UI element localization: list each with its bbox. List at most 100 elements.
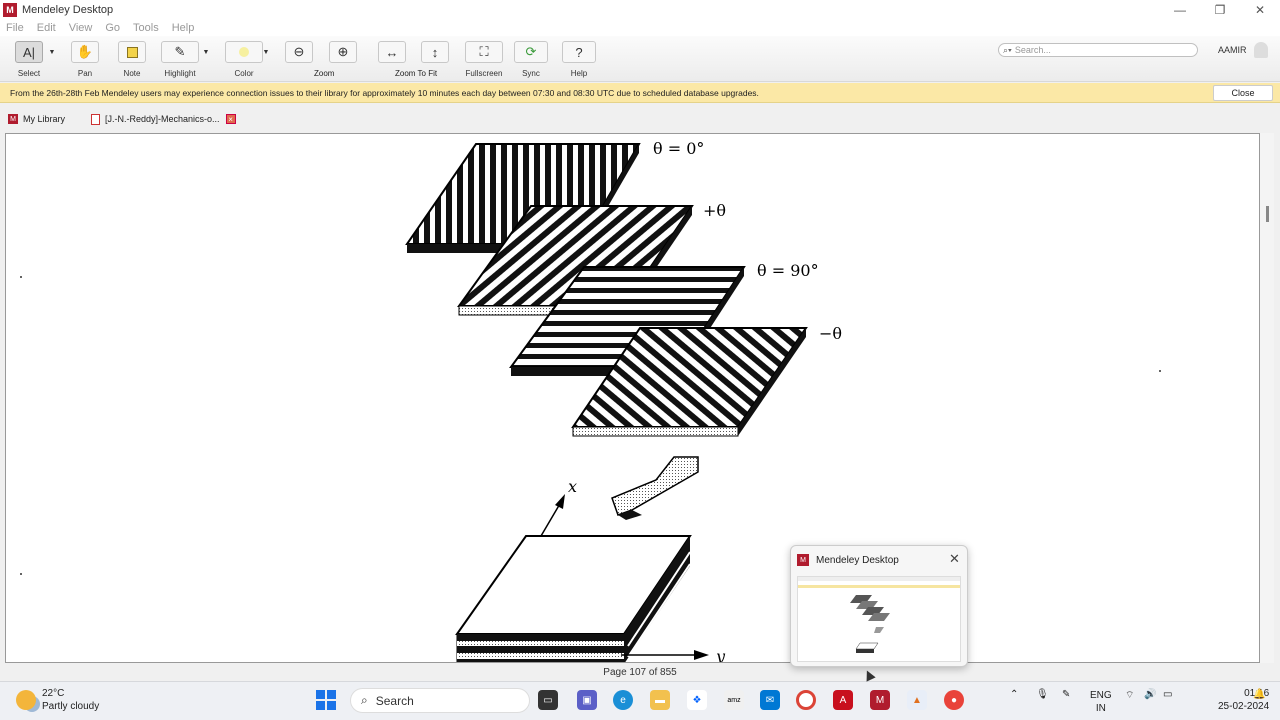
document-tabs: M My Library [J.-N.-Reddy]-Mechanics-o..… xyxy=(0,109,1280,129)
clock-date: 25-02-2024 xyxy=(1218,701,1270,712)
recorder-icon[interactable]: ● xyxy=(944,690,964,710)
menu-view[interactable]: View xyxy=(69,22,93,34)
user-name[interactable]: AAMIR xyxy=(1218,45,1247,55)
zoom-label: Zoom xyxy=(314,69,335,78)
battery-icon[interactable]: ▭ xyxy=(1163,689,1172,700)
color-dropdown-icon[interactable]: ▼ xyxy=(261,42,271,62)
assembly-arrow xyxy=(611,456,699,520)
maximize-button[interactable]: ❐ xyxy=(1200,0,1240,20)
text-select-icon: A| xyxy=(15,41,43,63)
dropbox-icon[interactable]: ❖ xyxy=(687,690,707,710)
banner-close-button[interactable]: Close xyxy=(1213,85,1273,101)
language-indicator[interactable]: ENG IN xyxy=(1090,689,1112,715)
weather-temp: 22°C xyxy=(42,688,65,699)
mendeley-taskbar-icon[interactable]: M xyxy=(870,690,890,710)
fullscreen-icon: ⛶ xyxy=(465,41,503,63)
matlab-icon[interactable]: ▲ xyxy=(907,690,927,710)
window-title: Mendeley Desktop xyxy=(22,4,114,16)
notification-bell-icon[interactable]: 🔔 xyxy=(1253,689,1265,700)
laminate-block xyxy=(455,535,692,662)
highlight-dropdown-icon[interactable]: ▼ xyxy=(201,42,211,62)
wifi-icon[interactable]: ⌔ xyxy=(1125,689,1134,702)
minimize-button[interactable]: — xyxy=(1160,0,1200,20)
weather-widget[interactable]: 22°C Partly cloudy xyxy=(16,687,99,713)
task-view-icon[interactable]: ▭ xyxy=(538,690,558,710)
menu-file[interactable]: File xyxy=(6,22,24,34)
mendeley-logo-icon: M xyxy=(3,3,17,17)
volume-icon[interactable]: 🔊 xyxy=(1144,689,1156,700)
menu-help[interactable]: Help xyxy=(172,22,195,34)
select-tool[interactable]: A| Select xyxy=(15,41,43,81)
scrollbar-thumb[interactable] xyxy=(1266,206,1269,222)
taskbar-search-label: Search xyxy=(375,693,414,708)
label-minus-theta: −θ xyxy=(819,324,842,343)
help-tool[interactable]: ? Help xyxy=(562,41,596,81)
chevron-up-icon[interactable]: ⌃ xyxy=(1010,689,1018,700)
fullscreen-tool[interactable]: ⛶ Fullscreen xyxy=(465,41,503,81)
note-icon xyxy=(118,41,146,63)
search-placeholder: Search... xyxy=(1014,45,1051,55)
zoom-out-icon: ⊖ xyxy=(285,41,313,63)
tab-document[interactable]: [J.-N.-Reddy]-Mechanics-o... × xyxy=(83,110,244,128)
fit-width-icon: ↔ xyxy=(378,41,406,63)
highlight-tool[interactable]: ✎ Highlight xyxy=(161,41,199,81)
select-dropdown-icon[interactable]: ▼ xyxy=(47,42,57,62)
microphone-icon[interactable]: 🎙 xyxy=(1036,689,1049,700)
mail-icon[interactable]: ✉ xyxy=(760,690,780,710)
axis-y xyxy=(621,650,709,660)
page-indicator: Page 107 of 855 xyxy=(603,666,677,678)
label-theta-90: θ = 90° xyxy=(757,261,819,280)
label-theta-0: θ = 0° xyxy=(653,139,704,158)
taskbar-search[interactable]: ⌕ Search xyxy=(350,688,530,713)
mendeley-logo-icon: M xyxy=(797,554,809,566)
color-swatch-icon xyxy=(225,41,263,63)
pan-tool[interactable]: ✋ Pan xyxy=(71,41,99,81)
edge-icon[interactable]: e xyxy=(613,690,633,710)
close-preview-icon[interactable]: ✕ xyxy=(949,551,960,567)
chrome-icon[interactable] xyxy=(796,690,816,710)
zoom-out-button[interactable]: ⊖ xyxy=(285,41,313,81)
menu-go[interactable]: Go xyxy=(105,22,120,34)
zoom-to-fit-label: Zoom To Fit xyxy=(395,69,438,78)
amazon-icon[interactable]: amz xyxy=(724,690,744,710)
help-icon: ? xyxy=(562,41,596,63)
sync-tool[interactable]: ⟳ Sync xyxy=(514,41,548,81)
pen-icon[interactable]: ✎ xyxy=(1062,689,1070,700)
partly-cloudy-icon xyxy=(16,690,36,710)
axis-y-label: y xyxy=(715,647,726,663)
file-explorer-icon[interactable]: ▬ xyxy=(650,690,670,710)
taskbar-preview[interactable]: M Mendeley Desktop ✕ xyxy=(790,545,968,667)
color-tool[interactable]: Color xyxy=(225,41,263,81)
tab-my-library[interactable]: M My Library xyxy=(0,110,73,128)
close-window-button[interactable]: ✕ xyxy=(1240,0,1280,20)
close-tab-icon[interactable]: × xyxy=(225,114,236,124)
note-tool[interactable]: Note xyxy=(118,41,146,81)
zoom-in-icon: ⊕ xyxy=(329,41,357,63)
taskbar xyxy=(0,681,1280,720)
fit-height-icon: ↕ xyxy=(421,41,449,63)
notice-banner: From the 26th-28th Feb Mendeley users ma… xyxy=(0,83,1280,103)
axis-x xyxy=(540,494,565,537)
preview-title: Mendeley Desktop xyxy=(816,554,899,566)
pdf-viewer[interactable]: θ = 0° +θ θ = 90° −θ x y xyxy=(5,133,1260,663)
menu-edit[interactable]: Edit xyxy=(37,22,56,34)
search-icon: ⌕ xyxy=(361,693,368,707)
preview-thumbnail xyxy=(797,576,961,662)
banner-text: From the 26th-28th Feb Mendeley users ma… xyxy=(10,87,759,98)
teams-icon[interactable]: ▣ xyxy=(577,690,597,710)
hand-icon: ✋ xyxy=(71,41,99,63)
search-input[interactable]: ⌕▾ Search... xyxy=(998,43,1198,57)
status-bar: Page 107 of 855 xyxy=(0,663,1280,681)
menu-tools[interactable]: Tools xyxy=(133,22,159,34)
highlighter-icon: ✎ xyxy=(161,41,199,63)
avatar[interactable] xyxy=(1254,42,1268,58)
axis-x-label: x xyxy=(568,477,577,496)
label-plus-theta: +θ xyxy=(703,201,726,220)
pdf-icon xyxy=(91,113,101,125)
start-button[interactable] xyxy=(316,690,336,710)
title-bar: M Mendeley Desktop — ❐ ✕ xyxy=(0,0,1280,20)
weather-desc: Partly cloudy xyxy=(42,701,100,712)
acrobat-icon[interactable]: A xyxy=(833,690,853,710)
menu-bar: File Edit View Go Tools Help xyxy=(0,20,1280,36)
laminate-figure: θ = 0° +θ θ = 90° −θ x y xyxy=(20,139,1161,663)
